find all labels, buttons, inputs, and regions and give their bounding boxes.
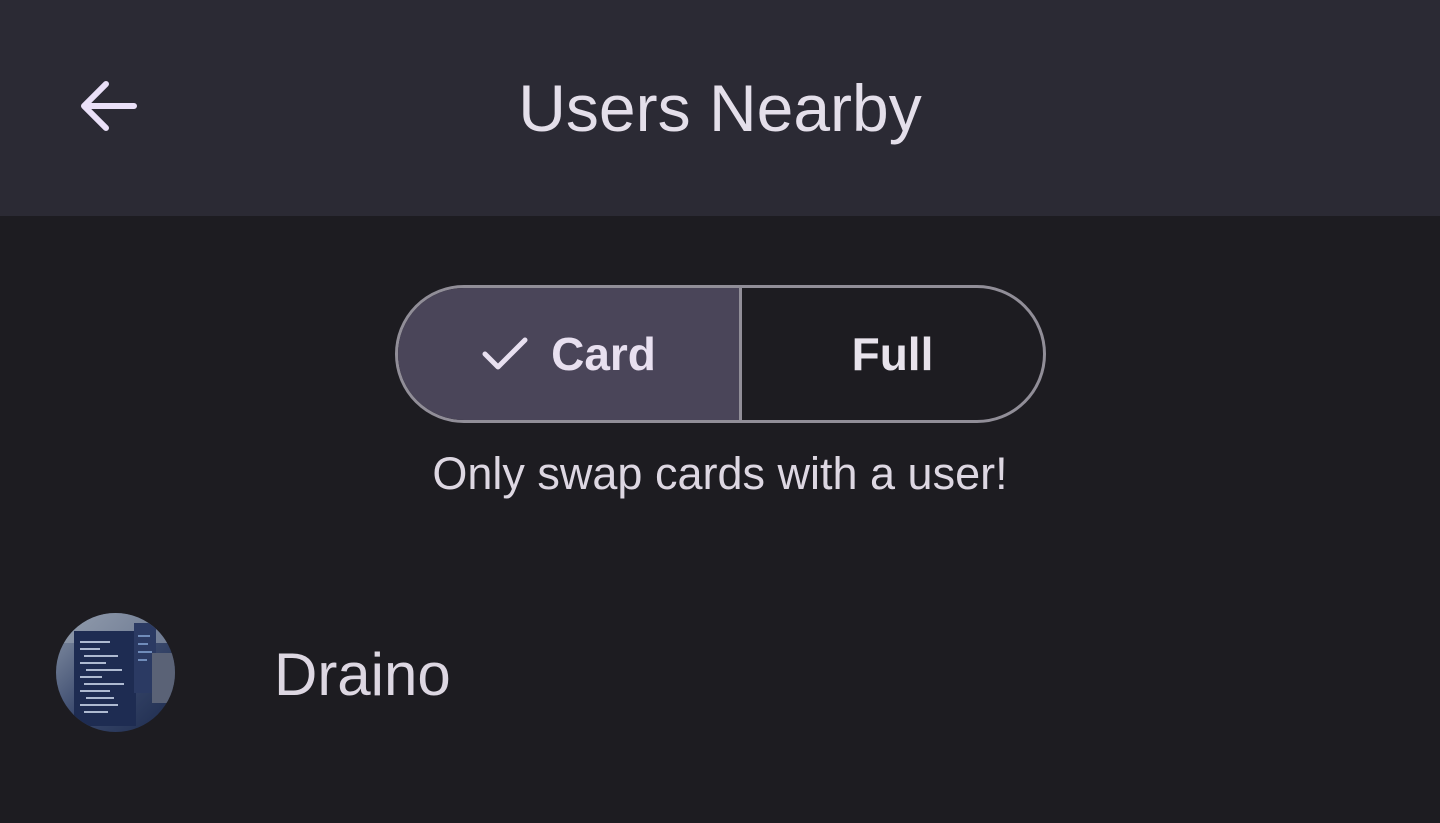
card-mode-button[interactable]: Card [398,288,742,420]
page-title: Users Nearby [518,71,922,145]
avatar [56,613,175,732]
full-mode-label: Full [851,328,934,380]
users-nearby-screen: Users Nearby Card Full Only swap cards w… [0,0,1440,823]
swap-hint-text: Only swap cards with a user! [432,448,1008,499]
top-app-bar: Users Nearby [0,0,1440,216]
view-mode-toggle: Card Full [395,285,1046,423]
user-name: Draino [274,641,451,708]
user-list-item[interactable]: Draino [0,600,1440,750]
full-mode-button[interactable]: Full [742,288,1043,420]
card-mode-label: Card [551,328,656,380]
check-icon [481,334,529,374]
